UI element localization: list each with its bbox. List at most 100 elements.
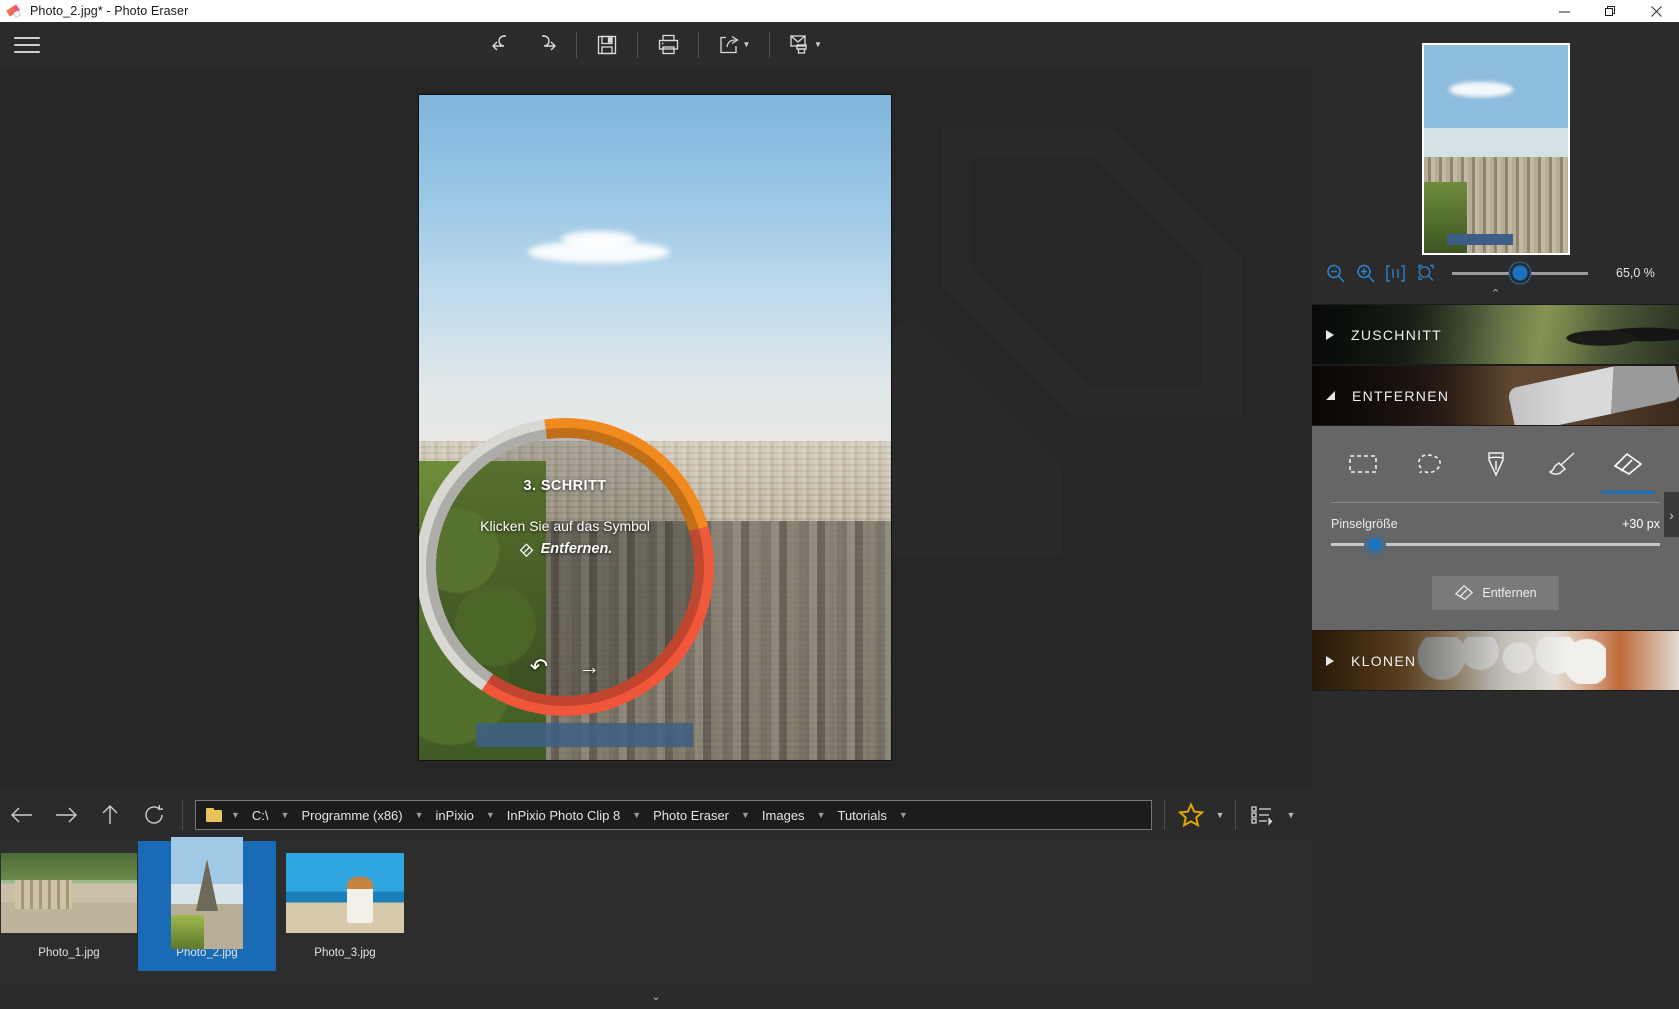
strip-collapse-bar[interactable]: ⌄ bbox=[0, 984, 1312, 1009]
view-chevron-down-icon[interactable]: ▼ bbox=[1282, 810, 1300, 820]
chevron-down-icon[interactable]: ▼ bbox=[277, 810, 294, 820]
brush-size-slider[interactable] bbox=[1331, 543, 1660, 546]
image-preview-thumbnail[interactable] bbox=[1422, 43, 1570, 255]
filebar-divider bbox=[182, 800, 183, 830]
pen-tool[interactable] bbox=[1468, 442, 1524, 486]
close-button[interactable] bbox=[1633, 0, 1679, 22]
star-icon[interactable] bbox=[1171, 798, 1211, 832]
breadcrumb-item-0[interactable]: C:\ bbox=[244, 808, 277, 823]
redo-button[interactable] bbox=[524, 28, 568, 62]
section-title-klonen: KLONEN bbox=[1351, 653, 1416, 669]
right-panel: 65,0 % ⌃ ZUSCHNITT ENTFERNEN bbox=[1312, 22, 1679, 1009]
chevron-down-icon[interactable]: ▼ bbox=[813, 810, 830, 820]
tutorial-step-label: 3. SCHRITT bbox=[524, 478, 607, 494]
lasso-select-tool[interactable] bbox=[1401, 442, 1457, 486]
chevron-down-icon[interactable]: ▼ bbox=[628, 810, 645, 820]
share-button[interactable]: ▼ bbox=[707, 28, 761, 62]
thumbnail-label-2: Photo_3.jpg bbox=[314, 947, 375, 959]
entfernen-apply-button[interactable]: Entfernen bbox=[1432, 576, 1558, 610]
section-title-entfernen: ENTFERNEN bbox=[1352, 388, 1449, 404]
folder-icon bbox=[206, 808, 223, 822]
tool-row-divider bbox=[1331, 502, 1660, 503]
section-header-klonen[interactable]: KLONEN bbox=[1312, 630, 1679, 691]
main-image[interactable]: 3. SCHRITT Klicken Sie auf das Symbol En… bbox=[419, 95, 891, 760]
thumbnail-image-0 bbox=[1, 849, 137, 937]
section-header-zuschnitt[interactable]: ZUSCHNITT bbox=[1312, 304, 1679, 365]
window-title: Photo_2.jpg* - Photo Eraser bbox=[30, 4, 188, 18]
photo-eraser-window: Photo_2.jpg* - Photo Eraser bbox=[0, 0, 1679, 1009]
breadcrumb-item-4[interactable]: Photo Eraser bbox=[645, 808, 737, 823]
preview-area bbox=[1312, 22, 1679, 276]
triangle-open-icon bbox=[1326, 391, 1335, 400]
brush-size-value: +30 px bbox=[1622, 517, 1660, 531]
chevron-down-icon[interactable]: ▼ bbox=[737, 810, 754, 820]
triangle-right-icon bbox=[1326, 656, 1334, 666]
chevron-down-icon[interactable]: ▼ bbox=[227, 810, 244, 820]
nav-forward-button[interactable] bbox=[44, 795, 88, 835]
chevron-down-icon: ▼ bbox=[814, 40, 822, 49]
tutorial-overlay: 3. SCHRITT Klicken Sie auf das Symbol En… bbox=[419, 418, 714, 716]
undo-button[interactable] bbox=[480, 28, 524, 62]
thumbnail-image-2 bbox=[286, 849, 404, 937]
minimize-button[interactable] bbox=[1541, 0, 1587, 22]
section-body-entfernen: Pinselgröße +30 px Entfernen bbox=[1312, 426, 1679, 630]
section-title-zuschnitt: ZUSCHNITT bbox=[1351, 327, 1442, 343]
breadcrumb-item-6[interactable]: Tutorials bbox=[829, 808, 894, 823]
breadcrumb-item-2[interactable]: inPixio bbox=[428, 808, 482, 823]
favorites-chevron-down-icon[interactable]: ▼ bbox=[1211, 810, 1229, 820]
breadcrumb-item-3[interactable]: InPixio Photo Clip 8 bbox=[499, 808, 628, 823]
brush-tool[interactable] bbox=[1534, 442, 1590, 486]
zoom-out-icon[interactable] bbox=[1322, 260, 1348, 286]
chevron-down-icon[interactable]: ⌄ bbox=[651, 990, 660, 1003]
nav-up-button[interactable] bbox=[88, 795, 132, 835]
tutorial-next-button[interactable]: → bbox=[578, 654, 600, 680]
send-email-button[interactable]: ▼ bbox=[778, 28, 832, 62]
maximize-restore-button[interactable] bbox=[1587, 0, 1633, 22]
tutorial-navigation: ↶ → bbox=[530, 654, 600, 680]
thumbnail-item-1[interactable]: Photo_2.jpg bbox=[138, 841, 276, 971]
breadcrumb-item-5[interactable]: Images bbox=[754, 808, 813, 823]
action-button-row: Entfernen bbox=[1331, 576, 1660, 610]
toolbar-divider bbox=[576, 32, 577, 58]
section-header-entfernen[interactable]: ENTFERNEN bbox=[1312, 365, 1679, 426]
window-controls bbox=[1541, 0, 1679, 22]
thumbnail-item-2[interactable]: Photo_3.jpg bbox=[276, 841, 414, 971]
filebar-divider bbox=[1235, 800, 1236, 830]
breadcrumb-item-1[interactable]: Programme (x86) bbox=[293, 808, 410, 823]
main-toolbar: ▼ ▼ bbox=[0, 22, 1312, 67]
tutorial-prev-button[interactable]: ↶ bbox=[530, 654, 548, 680]
nav-back-button[interactable] bbox=[0, 795, 44, 835]
actual-size-1-1-icon[interactable] bbox=[1382, 260, 1408, 286]
fit-to-screen-icon[interactable] bbox=[1412, 260, 1438, 286]
app-eraser-icon bbox=[5, 3, 23, 19]
nav-refresh-button[interactable] bbox=[132, 795, 176, 835]
print-button[interactable] bbox=[646, 28, 690, 62]
breadcrumb[interactable]: ▼ C:\ ▼ Programme (x86) ▼ inPixio ▼ InPi… bbox=[195, 800, 1152, 830]
zoom-in-icon[interactable] bbox=[1352, 260, 1378, 286]
toolbar-divider bbox=[769, 32, 770, 58]
thumbnail-item-0[interactable]: Photo_1.jpg bbox=[0, 841, 138, 971]
entfernen-apply-label: Entfernen bbox=[1482, 586, 1536, 600]
thumbnail-strip: Photo_1.jpg Photo_2.jpg Photo_3.jpg bbox=[0, 841, 1312, 984]
eraser-icon bbox=[518, 540, 535, 557]
image-canvas[interactable]: 3. SCHRITT Klicken Sie auf das Symbol En… bbox=[0, 67, 1312, 789]
file-browser-bar: ▼ C:\ ▼ Programme (x86) ▼ inPixio ▼ InPi… bbox=[0, 789, 1312, 841]
tutorial-instruction-line2: Entfernen. bbox=[518, 540, 613, 557]
thumbnail-label-0: Photo_1.jpg bbox=[38, 947, 99, 959]
image-cloud bbox=[561, 231, 637, 247]
preview-collapse-chevron-up-icon[interactable]: ⌃ bbox=[1312, 287, 1679, 300]
chevron-down-icon: ▼ bbox=[743, 40, 751, 49]
chevron-down-icon[interactable]: ▼ bbox=[895, 810, 912, 820]
sort-list-icon[interactable] bbox=[1242, 798, 1282, 832]
save-button[interactable] bbox=[585, 28, 629, 62]
brush-size-slider-knob[interactable] bbox=[1368, 538, 1382, 552]
panel-expand-chevron-right-icon[interactable]: › bbox=[1664, 492, 1679, 537]
eraser-tool[interactable] bbox=[1600, 442, 1656, 486]
zoom-slider[interactable] bbox=[1452, 272, 1588, 275]
chevron-down-icon[interactable]: ▼ bbox=[411, 810, 428, 820]
rectangle-select-tool[interactable] bbox=[1335, 442, 1391, 486]
filebar-divider bbox=[1164, 800, 1165, 830]
chevron-down-icon[interactable]: ▼ bbox=[482, 810, 499, 820]
zoom-slider-knob[interactable] bbox=[1513, 266, 1528, 281]
tutorial-instruction-line1: Klicken Sie auf das Symbol bbox=[480, 518, 650, 534]
